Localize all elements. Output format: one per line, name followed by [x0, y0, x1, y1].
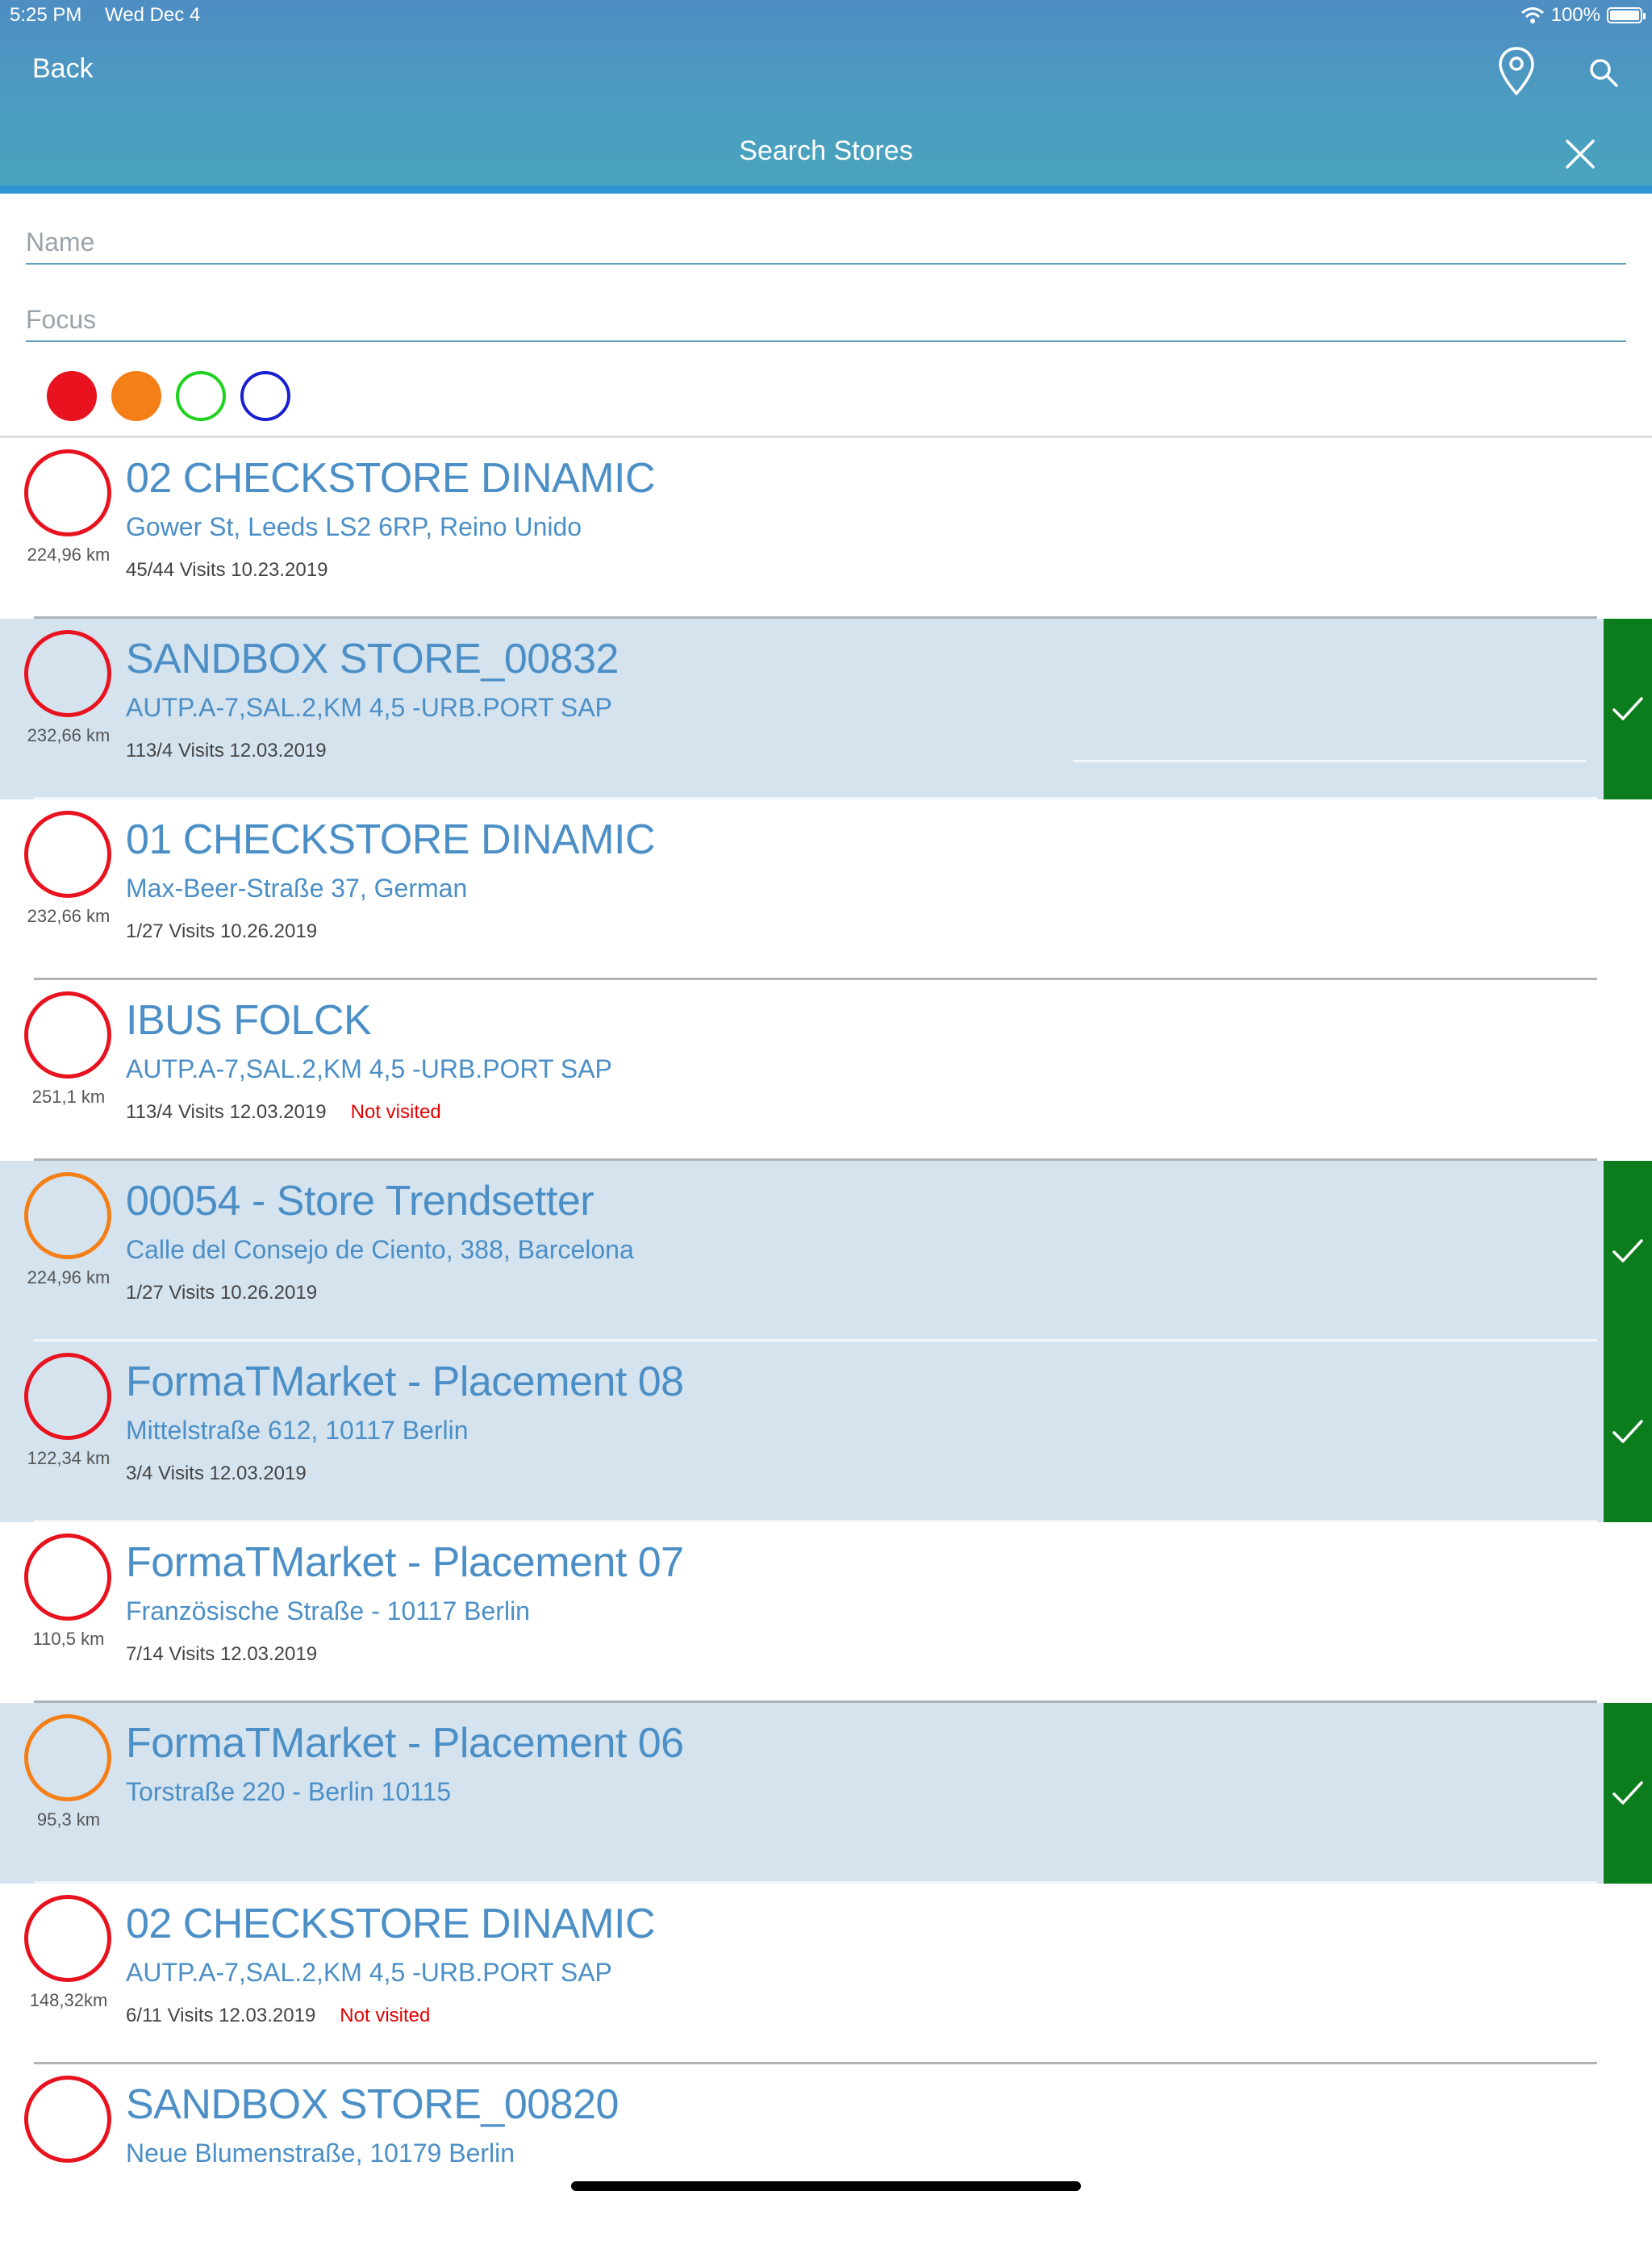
- status-bar: 5:25 PM Wed Dec 4 100%: [0, 0, 1652, 32]
- store-distance: 251,1 km: [31, 1087, 106, 1107]
- store-visits: 113/4 Visits 12.03.2019: [126, 1101, 327, 1123]
- store-visits: 45/44 Visits 10.23.2019: [126, 559, 328, 581]
- focus-filter-green[interactable]: [176, 371, 226, 421]
- store-address: AUTP.A-7,SAL.2,KM 4,5 -URB.PORT SAP: [126, 1958, 612, 1987]
- battery-percent: 100%: [1550, 4, 1600, 26]
- store-distance: 224,96 km: [27, 1267, 111, 1287]
- store-name: IBUS FOLCK: [126, 997, 372, 1044]
- store-name: SANDBOX STORE_00820: [126, 2081, 619, 2128]
- name-field[interactable]: [26, 224, 1626, 265]
- row-divider: [1073, 760, 1586, 762]
- focus-ring-icon: [24, 630, 111, 717]
- status-time: 5:25 PM: [10, 4, 82, 26]
- selected-check-icon[interactable]: [1604, 1342, 1652, 1522]
- focus-filter-orange[interactable]: [111, 371, 161, 421]
- store-name: SANDBOX STORE_00832: [126, 636, 619, 682]
- store-visits: 7/14 Visits 12.03.2019: [126, 1643, 318, 1665]
- focus-ring-icon: [24, 991, 111, 1079]
- store-address: Calle del Consejo de Ciento, 388, Barcel…: [126, 1235, 634, 1264]
- store-address: Mittelstraße 612, 10117 Berlin: [126, 1416, 469, 1445]
- focus-ring-icon: [24, 1172, 111, 1259]
- store-name: FormaTMarket - Placement 08: [126, 1358, 684, 1405]
- store-row[interactable]: 148,32km 02 CHECKSTORE DINAMIC AUTP.A-7,SA…: [0, 1884, 1652, 2064]
- store-address: Torstraße 220 - Berlin 10115: [126, 1777, 452, 1806]
- map-pin-icon[interactable]: [1497, 45, 1536, 101]
- store-name: 02 CHECKSTORE DINAMIC: [126, 1901, 656, 1947]
- selected-check-icon[interactable]: [1604, 619, 1652, 799]
- store-address: AUTP.A-7,SAL.2,KM 4,5 -URB.PORT SAP: [126, 1054, 612, 1083]
- store-row[interactable]: 95,3 km FormaTMarket - Placement 06 Torstr…: [0, 1703, 1652, 1884]
- store-address: AUTP.A-7,SAL.2,KM 4,5 -URB.PORT SAP: [126, 693, 612, 722]
- store-address: Neue Blumenstraße, 10179 Berlin: [126, 2139, 515, 2168]
- store-row[interactable]: 224,96 km 00054 - Store Trendsetter Calle …: [0, 1161, 1652, 1342]
- store-distance: 232,66 km: [27, 725, 111, 745]
- visit-status: Not visited: [340, 2005, 431, 2026]
- store-visits-line: 7/14 Visits 12.03.2019: [126, 1643, 317, 1666]
- store-visits-line: 113/4 Visits 12.03.2019 Not visited: [126, 1101, 441, 1124]
- store-visits: 113/4 Visits 12.03.2019: [126, 740, 327, 762]
- wifi-icon: [1521, 7, 1544, 23]
- store-name: FormaTMarket - Placement 06: [126, 1720, 684, 1767]
- store-address: Französische Straße - 10117 Berlin: [126, 1596, 530, 1625]
- focus-ring-icon: [24, 2076, 111, 2163]
- focus-color-filters: [47, 371, 290, 421]
- header-accent-line: [0, 186, 1652, 194]
- visit-status: Not visited: [350, 1101, 441, 1123]
- focus-filter-red[interactable]: [47, 371, 97, 421]
- selected-check-icon[interactable]: [1604, 1161, 1652, 1342]
- store-visits-line: 1/27 Visits 10.26.2019: [126, 1282, 317, 1304]
- focus-ring-icon: [24, 811, 111, 898]
- store-visits-line: 3/4 Visits 12.03.2019: [126, 1463, 307, 1485]
- focus-input[interactable]: [26, 302, 1626, 337]
- store-distance: 224,96 km: [27, 545, 111, 565]
- focus-ring-icon: [24, 1714, 111, 1801]
- store-visits-line: 1/27 Visits 10.26.2019: [126, 920, 317, 943]
- search-icon[interactable]: [1587, 56, 1620, 93]
- store-distance: 122,34 km: [27, 1448, 111, 1468]
- store-visits-line: 6/11 Visits 12.03.2019 Not visited: [126, 2005, 430, 2027]
- status-right: 100%: [1521, 4, 1646, 27]
- store-row[interactable]: 224,96 km 02 CHECKSTORE DINAMIC Gower St, …: [0, 438, 1652, 619]
- store-visits: 6/11 Visits 12.03.2019: [126, 2005, 316, 2026]
- store-distance: 110,5 km: [32, 1629, 105, 1649]
- store-visits-line: 45/44 Visits 10.23.2019: [126, 559, 327, 582]
- focus-ring-icon: [24, 449, 111, 536]
- page-title: Search Stores: [739, 136, 913, 166]
- name-input[interactable]: [26, 224, 1626, 260]
- focus-ring-icon: [24, 1353, 111, 1440]
- focus-filter-blue[interactable]: [240, 371, 290, 421]
- selected-check-icon[interactable]: [1604, 1703, 1652, 1884]
- close-icon[interactable]: [1565, 139, 1596, 173]
- store-visits: 3/4 Visits 12.03.2019: [126, 1463, 307, 1484]
- focus-field[interactable]: [26, 302, 1626, 342]
- nav-header: 5:25 PM Wed Dec 4 100% Back Search Store…: [0, 0, 1652, 194]
- store-row[interactable]: 251,1 km IBUS FOLCK AUTP.A-7,SAL.2,KM 4,5 …: [0, 980, 1652, 1161]
- focus-ring-icon: [24, 1895, 111, 1982]
- store-row[interactable]: 232,66 km 01 CHECKSTORE DINAMIC Max-Beer-S…: [0, 799, 1652, 980]
- store-name: 02 CHECKSTORE DINAMIC: [126, 455, 656, 502]
- battery-icon: [1607, 7, 1646, 23]
- store-row[interactable]: 122,34 km FormaTMarket - Placement 08 Mitt…: [0, 1342, 1652, 1522]
- focus-ring-icon: [24, 1534, 111, 1621]
- store-visits: 1/27 Visits 10.26.2019: [126, 1282, 318, 1304]
- back-button[interactable]: Back: [32, 53, 94, 85]
- store-address: Max-Beer-Straße 37, German: [126, 874, 468, 903]
- store-name: FormaTMarket - Placement 07: [126, 1539, 684, 1586]
- store-name: 01 CHECKSTORE DINAMIC: [126, 816, 656, 863]
- store-visits: 1/27 Visits 10.26.2019: [126, 920, 318, 942]
- battery-level: [1610, 10, 1639, 20]
- store-list: 224,96 km 02 CHECKSTORE DINAMIC Gower St, …: [0, 438, 1652, 2245]
- home-indicator: [571, 2181, 1081, 2191]
- store-address: Gower St, Leeds LS2 6RP, Reino Unido: [126, 512, 582, 541]
- store-visits-line: 113/4 Visits 12.03.2019: [126, 740, 327, 762]
- store-distance: 95,3 km: [36, 1809, 101, 1830]
- store-row[interactable]: SANDBOX STORE_00820 Neue Blumenstraße, 10…: [0, 2064, 1652, 2245]
- store-name: 00054 - Store Trendsetter: [126, 1178, 594, 1225]
- store-row[interactable]: 110,5 km FormaTMarket - Placement 07 Franz…: [0, 1522, 1652, 1703]
- store-distance: 148,32km: [29, 1990, 108, 2010]
- store-distance: 232,66 km: [27, 906, 111, 926]
- store-row[interactable]: 232,66 km SANDBOX STORE_00832 AUTP.A-7,SAL…: [0, 619, 1652, 799]
- status-date: Wed Dec 4: [105, 4, 201, 26]
